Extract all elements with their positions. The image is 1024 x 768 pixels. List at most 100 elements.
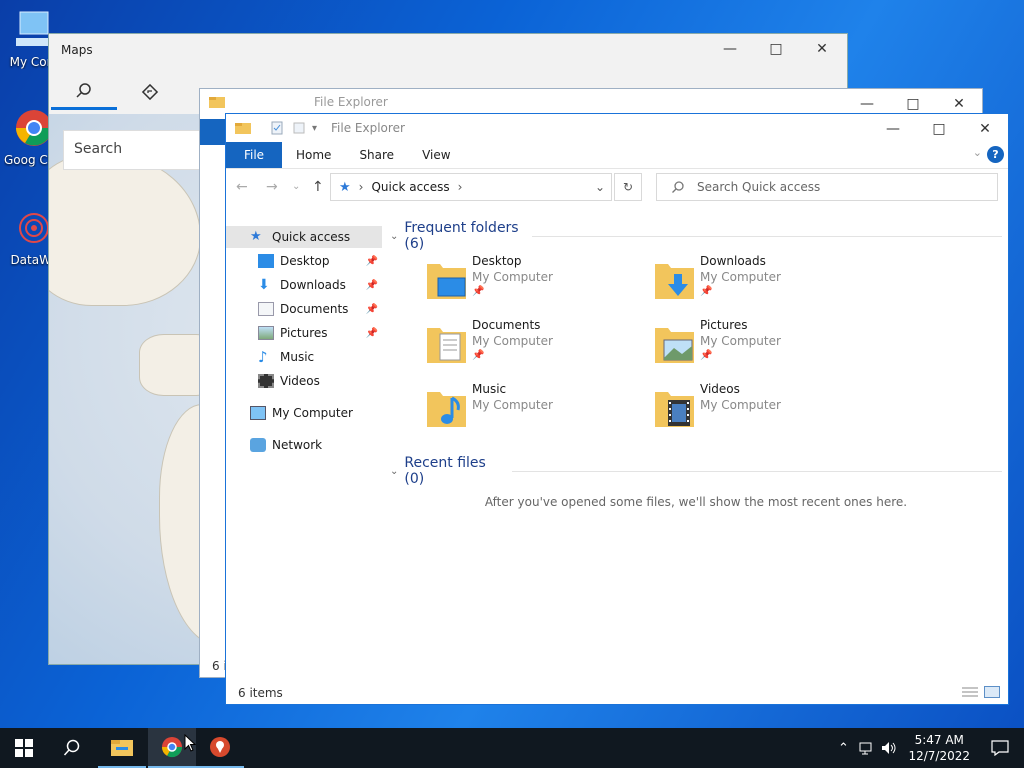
folder-tile-downloads[interactable]: Downloads My Computer 📌 (654, 254, 874, 310)
refresh-button[interactable]: ↻ (614, 173, 642, 201)
network-status-icon[interactable] (859, 741, 875, 755)
minimize-icon[interactable]: — (870, 114, 916, 144)
sidebar-item-downloads[interactable]: ⬇ Downloads 📌 (258, 274, 382, 296)
taskbar-file-explorer[interactable] (98, 728, 146, 768)
sidebar-item-network[interactable]: Network (250, 434, 382, 456)
windows-logo-icon (15, 739, 33, 757)
pin-icon: 📌 (700, 286, 713, 297)
expand-ribbon-icon[interactable]: ⌄ (973, 146, 982, 159)
pin-icon: 📌 (472, 350, 485, 361)
refresh-icon: ↻ (622, 180, 634, 194)
action-center-button[interactable] (976, 728, 1024, 768)
help-icon[interactable]: ? (987, 146, 1004, 163)
folder-tile-pictures[interactable]: Pictures My Computer 📌 (654, 318, 874, 374)
computer-icon (250, 406, 266, 420)
section-divider (512, 470, 1002, 472)
map-land-north-america (49, 154, 201, 306)
pin-icon[interactable]: 📌 (366, 304, 378, 315)
sidebar-item-documents[interactable]: Documents 📌 (258, 298, 382, 320)
network-icon (250, 438, 266, 452)
clock-date: 12/7/2022 (908, 749, 970, 763)
pin-icon: 📌 (472, 286, 485, 297)
breadcrumb-separator-icon[interactable]: › (359, 180, 364, 194)
properties-icon[interactable] (270, 121, 284, 135)
file-explorer-window[interactable]: ▾ File Explorer — □ ✕ File Home Share Vi… (225, 113, 1009, 705)
download-arrow-icon: ⬇ (258, 277, 270, 293)
maps-pin-icon (210, 737, 230, 757)
folder-tile-music[interactable]: Music My Computer (426, 382, 646, 438)
forward-arrow-icon[interactable]: → (266, 179, 278, 195)
directions-icon (141, 83, 159, 101)
chrome-icon (161, 737, 183, 758)
volume-icon[interactable] (881, 741, 897, 755)
recent-files-empty-message: After you've opened some files, we'll sh… (484, 495, 908, 509)
chevron-down-icon: ⌄ (390, 230, 399, 242)
search-icon (76, 82, 91, 98)
sidebar-item-desktop[interactable]: Desktop 📌 (258, 250, 382, 272)
sidebar-item-my-computer[interactable]: My Computer (250, 402, 382, 424)
maximize-icon[interactable]: □ (916, 114, 962, 144)
maps-title: Maps (61, 43, 93, 57)
desktop-folder-icon (427, 264, 466, 299)
pin-icon[interactable]: 📌 (366, 256, 378, 267)
taskbar-search-button[interactable] (48, 728, 96, 768)
close-icon[interactable]: ✕ (962, 114, 1008, 144)
maps-search-input[interactable]: Search (63, 130, 213, 170)
tab-view[interactable]: View (408, 142, 464, 168)
up-arrow-icon[interactable]: ↑ (312, 179, 324, 195)
status-item-count: 6 items (238, 686, 283, 700)
show-hidden-icons-chevron-icon[interactable]: ⌃ (838, 741, 849, 756)
film-icon (258, 374, 274, 388)
recent-files-header[interactable]: ⌄ Recent files (0) (390, 455, 1002, 487)
file-tab-partial[interactable] (200, 119, 226, 145)
file-explorer-controls: — □ ✕ (870, 114, 1008, 144)
breadcrumb-separator-icon[interactable]: › (458, 180, 463, 194)
details-view-icon[interactable] (962, 686, 978, 698)
folder-icon (209, 97, 225, 108)
breadcrumb-quick-access[interactable]: Quick access (371, 180, 449, 194)
folder-tile-documents[interactable]: Documents My Computer 📌 (426, 318, 646, 374)
pin-icon[interactable]: 📌 (366, 328, 378, 339)
sidebar-item-music[interactable]: ♪ Music (258, 346, 382, 368)
pin-icon[interactable]: 📌 (366, 280, 378, 291)
search-input[interactable]: Search Quick access (656, 173, 998, 201)
pin-icon: 📌 (700, 350, 713, 361)
close-icon[interactable]: ✕ (799, 34, 845, 64)
sidebar-item-pictures[interactable]: Pictures 📌 (258, 322, 382, 344)
folder-tile-desktop[interactable]: Desktop My Computer 📌 (426, 254, 646, 310)
customize-toolbar-icon[interactable]: ▾ (312, 123, 317, 134)
clock[interactable]: 5:47 AM 12/7/2022 (908, 732, 970, 764)
back-arrow-icon[interactable]: ← (236, 179, 248, 195)
chevron-down-icon: ⌄ (390, 465, 399, 477)
maximize-icon[interactable]: □ (753, 34, 799, 64)
new-folder-icon[interactable] (292, 121, 306, 135)
tab-home[interactable]: Home (282, 142, 345, 168)
address-bar[interactable]: ★ › Quick access › ⌄ (330, 173, 612, 201)
videos-folder-icon (655, 392, 694, 427)
desktop-icon (258, 254, 274, 268)
frequent-folders-header[interactable]: ⌄ Frequent folders (6) (390, 220, 1002, 252)
downloads-folder-icon (655, 264, 694, 299)
sidebar-item-videos[interactable]: Videos (258, 370, 382, 392)
large-icons-view-icon[interactable] (984, 686, 1000, 698)
maps-directions-tab[interactable] (117, 74, 183, 110)
folder-icon (235, 123, 251, 134)
quick-access-star-icon: ★ (339, 179, 351, 195)
search-icon (63, 739, 80, 756)
recent-locations-icon[interactable]: ⌄ (292, 181, 300, 192)
music-note-icon: ♪ (258, 348, 268, 366)
folder-tile-videos[interactable]: Videos My Computer (654, 382, 874, 438)
sidebar-item-quick-access[interactable]: ★ Quick access (226, 226, 382, 248)
mouse-cursor-icon (184, 733, 197, 755)
minimize-icon[interactable]: — (707, 34, 753, 64)
tab-share[interactable]: Share (345, 142, 408, 168)
notification-icon (991, 740, 1009, 756)
maps-search-tab[interactable] (51, 74, 117, 110)
pictures-folder-icon (655, 328, 694, 363)
tab-file[interactable]: File (226, 142, 282, 168)
address-dropdown-icon[interactable]: ⌄ (595, 180, 605, 194)
taskbar: ⌃ 5:47 AM 12/7/2022 (0, 728, 1024, 768)
taskbar-maps[interactable] (196, 728, 244, 768)
start-button[interactable] (0, 728, 48, 768)
quick-access-star-icon: ★ (250, 229, 262, 244)
